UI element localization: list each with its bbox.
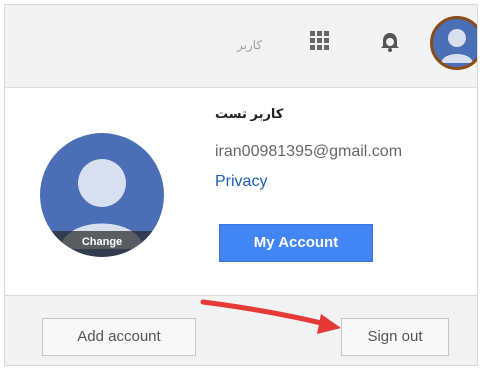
account-actions-bar: Add account Sign out [5,295,477,365]
google-account-menu: کاربر Change کاربر تست iran00981395@gmai… [4,4,478,366]
account-display-name: کاربر تست [215,106,284,121]
apps-grid-icon[interactable] [310,31,330,51]
account-avatar-icon[interactable] [430,16,477,70]
account-email: iran00981395@gmail.com [215,143,403,160]
privacy-link[interactable]: Privacy [215,173,267,191]
profile-photo[interactable]: Change [40,133,164,257]
change-photo-label[interactable]: Change [40,231,164,257]
top-bar: کاربر [5,5,477,88]
notifications-bell-icon[interactable] [380,31,400,53]
top-user-name: کاربر [237,38,263,52]
add-account-button[interactable]: Add account [42,318,196,356]
red-arrow-annotation [200,299,341,334]
account-panel: Change کاربر تست iran00981395@gmail.com … [5,88,477,365]
my-account-button[interactable]: My Account [219,224,373,262]
sign-out-button[interactable]: Sign out [341,318,449,356]
